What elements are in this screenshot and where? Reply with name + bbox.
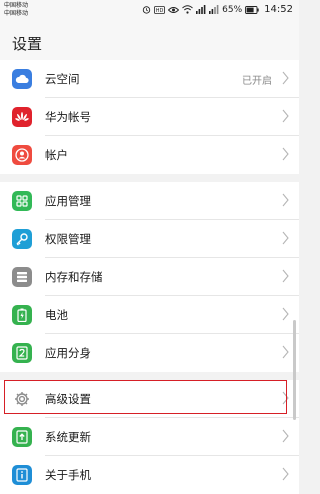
chevron-right-icon <box>282 429 289 443</box>
settings-item-label: 应用分身 <box>45 346 91 360</box>
settings-header: 设置 <box>0 20 299 64</box>
settings-item-label: 华为帐号 <box>45 110 91 124</box>
account-icon <box>12 145 32 165</box>
alarm-icon <box>142 6 151 14</box>
app-twin-icon <box>12 343 32 363</box>
chevron-right-icon <box>282 147 289 161</box>
selection-highlight <box>4 380 287 414</box>
settings-item-cloud[interactable]: 云空间 已开启 <box>0 60 299 98</box>
carrier-2: 中国移动 <box>4 10 29 17</box>
settings-item-label: 帐户 <box>45 148 68 162</box>
status-bar: 中国移动 中国移动 HD 65% 14:52 <box>0 0 299 20</box>
settings-item-account[interactable]: 帐户 <box>0 136 299 174</box>
settings-item-battery[interactable]: 电池 <box>0 296 299 334</box>
settings-item-value: 已开启 <box>242 76 272 87</box>
cloud-icon <box>12 69 32 89</box>
settings-group-apps: 应用管理 权限管理 内存和存储 电池 应用分身 <box>0 182 299 372</box>
chevron-right-icon <box>282 71 289 85</box>
battery-icon <box>12 305 32 325</box>
settings-item-label: 内存和存储 <box>45 270 103 284</box>
settings-item-system-update[interactable]: 系统更新 <box>0 418 299 456</box>
chevron-right-icon <box>282 467 289 481</box>
chevron-right-icon <box>282 269 289 283</box>
chevron-right-icon <box>282 193 289 207</box>
settings-item-label: 云空间 <box>45 72 80 86</box>
status-indicators: HD 65% 14:52 <box>142 4 293 15</box>
hd-icon: HD <box>154 5 166 14</box>
settings-item-label: 系统更新 <box>45 430 91 444</box>
settings-item-label: 应用管理 <box>45 194 91 208</box>
settings-item-app-twin[interactable]: 应用分身 <box>0 334 299 372</box>
page-title: 设置 <box>12 35 43 53</box>
signal-icon <box>196 5 206 14</box>
scrollbar[interactable] <box>293 320 296 420</box>
settings-item-huawei-id[interactable]: 华为帐号 <box>0 98 299 136</box>
carrier-1: 中国移动 <box>4 2 29 9</box>
settings-group-account: 云空间 已开启 华为帐号 帐户 <box>0 60 299 174</box>
battery-percent: 65% <box>222 4 243 15</box>
wifi-icon <box>182 5 193 14</box>
huawei-logo-icon <box>12 107 32 127</box>
clock: 14:52 <box>264 4 293 15</box>
chevron-right-icon <box>282 345 289 359</box>
system-update-icon <box>12 427 32 447</box>
app-grid-icon <box>12 191 32 211</box>
key-icon <box>12 229 32 249</box>
settings-item-label: 电池 <box>45 308 68 322</box>
chevron-right-icon <box>282 231 289 245</box>
carrier-labels: 中国移动 中国移动 <box>4 2 28 18</box>
chevron-right-icon <box>282 109 289 123</box>
settings-item-about-phone[interactable]: 关于手机 <box>0 456 299 494</box>
chevron-right-icon <box>282 307 289 321</box>
info-icon <box>12 465 32 485</box>
storage-icon <box>12 267 32 287</box>
signal-2-icon <box>209 5 219 14</box>
settings-item-storage[interactable]: 内存和存储 <box>0 258 299 296</box>
svg-text:HD: HD <box>156 8 164 14</box>
settings-item-app-management[interactable]: 应用管理 <box>0 182 299 220</box>
settings-item-label: 权限管理 <box>45 232 91 246</box>
battery-status-icon <box>245 5 259 14</box>
settings-item-label: 关于手机 <box>45 468 91 482</box>
eye-icon <box>168 6 180 13</box>
settings-item-permissions[interactable]: 权限管理 <box>0 220 299 258</box>
